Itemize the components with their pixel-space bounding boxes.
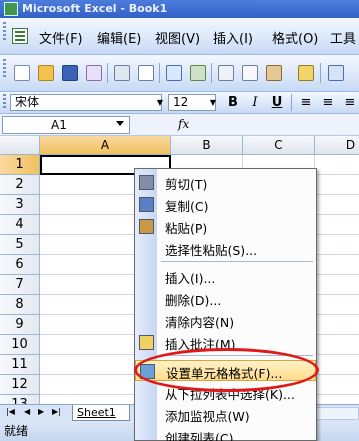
- context-menu-item[interactable]: 清除内容(N): [135, 310, 316, 331]
- menu-format[interactable]: 格式(O): [272, 28, 318, 47]
- save-icon[interactable]: [62, 65, 78, 81]
- context-menu-item-label: 删除(D)...: [165, 293, 222, 308]
- menubar-grip[interactable]: [3, 22, 6, 40]
- context-menu-item-label: 粘贴(P): [165, 221, 208, 236]
- select-all-corner[interactable]: [0, 136, 40, 155]
- context-menu-item-label: 剪切(T): [165, 177, 208, 192]
- paste-icon[interactable]: [266, 65, 282, 81]
- column-header-a[interactable]: A: [40, 136, 171, 155]
- column-header-d[interactable]: D: [315, 136, 359, 155]
- title-bar: Microsoft Excel - Book1: [0, 0, 359, 18]
- prev-sheet-icon[interactable]: ◀: [24, 407, 30, 416]
- context-menu-separator: [161, 261, 313, 262]
- context-menu: 剪切(T) 复制(C) 粘贴(P) 选择性粘贴(S)... 插入(I)... 删除(D).…: [134, 168, 317, 441]
- column-header-b[interactable]: B: [171, 136, 243, 155]
- format-painter-icon[interactable]: [298, 65, 314, 81]
- row-header-5[interactable]: 5: [0, 235, 40, 255]
- context-menu-item-label: 选择性粘贴(S)...: [165, 243, 258, 258]
- first-sheet-icon[interactable]: |◀: [6, 407, 15, 416]
- open-icon[interactable]: [38, 65, 54, 81]
- row-header-7[interactable]: 7: [0, 275, 40, 295]
- context-menu-item[interactable]: 插入(I)...: [135, 266, 316, 287]
- context-menu-item[interactable]: 添加监视点(W): [135, 404, 316, 425]
- print-preview-icon[interactable]: [138, 65, 154, 81]
- chevron-down-icon[interactable]: ▼: [207, 94, 219, 111]
- bold-button[interactable]: B: [224, 95, 242, 111]
- print-icon[interactable]: [114, 65, 130, 81]
- toolbar-separator: [211, 63, 212, 83]
- row-header-3[interactable]: 3: [0, 195, 40, 215]
- research-icon[interactable]: [190, 65, 206, 81]
- underline-button[interactable]: U: [268, 95, 286, 111]
- last-sheet-icon[interactable]: ▶|: [52, 407, 61, 416]
- context-menu-item[interactable]: 剪切(T): [135, 172, 316, 193]
- row-header-1[interactable]: 1: [0, 155, 40, 175]
- toolbar-separator: [159, 63, 160, 83]
- align-center-icon[interactable]: ≡: [319, 95, 337, 111]
- insert-function-icon[interactable]: fx: [178, 117, 189, 131]
- standard-toolbar: [0, 55, 359, 92]
- row-header-6[interactable]: 6: [0, 255, 40, 275]
- status-text: 就绪: [4, 424, 29, 438]
- row-header-10[interactable]: 10: [0, 335, 40, 355]
- formatting-toolbar: 宋体 ▼ 12 ▼ B I U ≡ ≡ ≡: [0, 92, 359, 114]
- align-left-icon[interactable]: ≡: [297, 95, 315, 111]
- menu-view[interactable]: 视图(V): [155, 28, 200, 47]
- toolbar-separator: [320, 63, 321, 83]
- context-menu-item-label: 复制(C): [165, 199, 209, 214]
- row-header-9[interactable]: 9: [0, 315, 40, 335]
- align-right-icon[interactable]: ≡: [341, 95, 359, 111]
- window-title: Microsoft Excel - Book1: [22, 2, 168, 15]
- paste-icon: [139, 219, 154, 234]
- context-menu-item[interactable]: 复制(C): [135, 194, 316, 215]
- workbook-icon[interactable]: [12, 28, 28, 44]
- menu-file[interactable]: 文件(F): [39, 28, 83, 47]
- context-menu-item[interactable]: 删除(D)...: [135, 288, 316, 309]
- italic-button[interactable]: I: [246, 95, 264, 111]
- context-menu-item-label: 插入(I)...: [165, 271, 216, 286]
- context-menu-item-label: 清除内容(N): [165, 315, 235, 330]
- context-menu-item[interactable]: 创建列表(C)...: [135, 426, 316, 441]
- name-box[interactable]: A1: [2, 116, 130, 134]
- scissors-icon: [139, 175, 154, 190]
- menu-edit[interactable]: 编辑(E): [97, 28, 141, 47]
- context-menu-item[interactable]: 选择性粘贴(S)...: [135, 238, 316, 259]
- cut-icon[interactable]: [218, 65, 234, 81]
- formula-bar: A1 fx: [0, 114, 359, 136]
- comment-icon: [139, 335, 154, 350]
- permission-icon[interactable]: [86, 65, 102, 81]
- menu-insert[interactable]: 插入(I): [213, 28, 253, 47]
- context-menu-item-label: 添加监视点(W): [165, 409, 250, 424]
- menu-bar: 文件(F) 编辑(E) 视图(V) 插入(I) 格式(O) 工具: [0, 18, 359, 55]
- row-header-2[interactable]: 2: [0, 175, 40, 195]
- chevron-down-icon[interactable]: ▼: [154, 94, 166, 111]
- new-icon[interactable]: [14, 65, 30, 81]
- font-name-select[interactable]: 宋体: [10, 94, 162, 111]
- menu-tools[interactable]: 工具: [330, 28, 356, 47]
- row-header-13[interactable]: 13: [0, 395, 40, 404]
- toolbar-grip[interactable]: [3, 59, 6, 77]
- column-header-c[interactable]: C: [243, 136, 315, 155]
- annotation-ellipse: [134, 348, 319, 392]
- undo-icon[interactable]: [328, 65, 344, 81]
- chevron-down-icon[interactable]: [116, 121, 124, 126]
- context-menu-item-label: 创建列表(C)...: [165, 431, 246, 441]
- row-header-12[interactable]: 12: [0, 375, 40, 395]
- context-menu-item[interactable]: 粘贴(P): [135, 216, 316, 237]
- sheet-tab-sheet1[interactable]: Sheet1: [72, 405, 130, 421]
- row-header-4[interactable]: 4: [0, 215, 40, 235]
- formatbar-grip[interactable]: [3, 94, 6, 110]
- spelling-icon[interactable]: [166, 65, 182, 81]
- toolbar-separator: [291, 94, 292, 111]
- toolbar-separator: [107, 63, 108, 83]
- row-header-11[interactable]: 11: [0, 355, 40, 375]
- next-sheet-icon[interactable]: ▶: [38, 407, 44, 416]
- excel-logo-icon: [4, 2, 18, 16]
- copy-icon: [139, 197, 154, 212]
- row-header-8[interactable]: 8: [0, 295, 40, 315]
- copy-icon[interactable]: [242, 65, 258, 81]
